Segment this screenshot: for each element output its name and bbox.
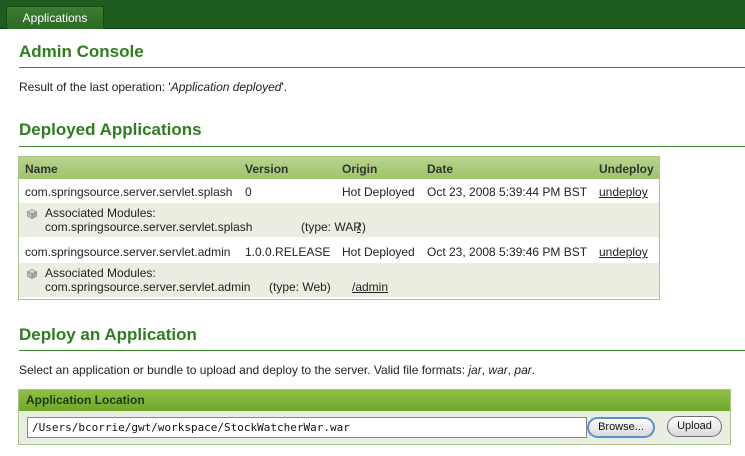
top-nav-bar: Applications [0, 0, 745, 29]
operation-result: Result of the last operation: 'Applicati… [19, 80, 287, 94]
deploy-description: Select an application or bundle to uploa… [19, 363, 536, 377]
application-location-label: Application Location [19, 390, 730, 411]
column-header-origin: Origin [342, 162, 378, 176]
table-row: com.springsource.server.servlet.admin 1.… [19, 240, 659, 263]
format-par: par [514, 363, 532, 377]
module-context-link[interactable]: / [357, 220, 360, 234]
file-path-input[interactable] [27, 417, 587, 438]
divider [19, 350, 745, 351]
app-date: Oct 23, 2008 5:39:46 PM BST [427, 245, 588, 259]
modules-label: Associated Modules: [45, 206, 156, 220]
module-context-link[interactable]: /admin [352, 280, 388, 294]
application-location-body: Browse... Upload [19, 411, 730, 444]
app-version: 0 [245, 185, 252, 199]
column-header-undeploy: Undeploy [599, 162, 654, 176]
browse-button[interactable]: Browse... [587, 417, 655, 438]
upload-button[interactable]: Upload [667, 416, 722, 437]
deployed-applications-title: Deployed Applications [19, 120, 202, 139]
desc-suffix: . [531, 363, 536, 377]
package-icon [27, 269, 37, 279]
format-jar: jar [468, 363, 482, 377]
app-name: com.springsource.server.servlet.splash [25, 185, 233, 199]
format-war: war [488, 363, 508, 377]
module-name: com.springsource.server.servlet.splash [45, 220, 253, 234]
table-row: com.springsource.server.servlet.splash 0… [19, 180, 659, 203]
divider [19, 146, 745, 147]
application-location-panel: Application Location Browse... Upload [18, 389, 731, 445]
admin-console-title: Admin Console [19, 42, 144, 61]
app-origin: Hot Deployed [342, 245, 415, 259]
column-header-version: Version [245, 162, 289, 176]
app-version: 1.0.0.RELEASE [245, 245, 331, 259]
result-value: Application deployed [170, 80, 282, 94]
undeploy-link[interactable]: undeploy [599, 185, 648, 199]
app-date: Oct 23, 2008 5:39:44 PM BST [427, 185, 588, 199]
tab-applications[interactable]: Applications [6, 6, 104, 29]
divider [19, 67, 745, 68]
app-name: com.springsource.server.servlet.admin [25, 245, 231, 259]
module-name: com.springsource.server.servlet.admin [45, 280, 251, 294]
table-header: Name Version Origin Date Undeploy [19, 157, 659, 179]
associated-modules-row: Associated Modules: com.springsource.ser… [19, 203, 659, 237]
deployed-applications-table: Name Version Origin Date Undeploy com.sp… [18, 156, 660, 300]
result-suffix: '. [281, 80, 288, 94]
deploy-application-title: Deploy an Application [19, 325, 197, 344]
result-prefix: Result of the last operation: ' [19, 80, 171, 94]
modules-label: Associated Modules: [45, 266, 156, 280]
app-origin: Hot Deployed [342, 185, 415, 199]
package-icon [27, 209, 37, 219]
desc-prefix: Select an application or bundle to uploa… [19, 363, 469, 377]
undeploy-link[interactable]: undeploy [599, 245, 648, 259]
column-header-name: Name [25, 162, 58, 176]
column-header-date: Date [427, 162, 454, 176]
module-type: (type: Web) [269, 280, 331, 294]
associated-modules-row: Associated Modules: com.springsource.ser… [19, 263, 659, 297]
